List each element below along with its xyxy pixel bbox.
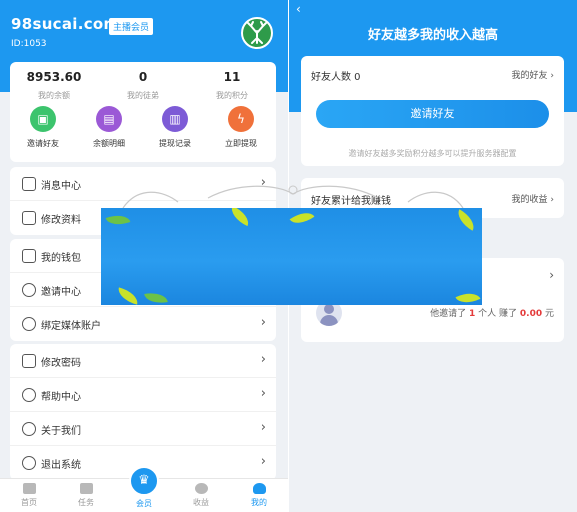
- menu-item-help[interactable]: 帮助中心 ›: [10, 378, 276, 412]
- my-earnings-link[interactable]: 我的收益 ›: [512, 192, 555, 205]
- menu-label: 消息中心: [41, 181, 81, 192]
- chevron-right-icon: ›: [260, 454, 266, 469]
- leaf-decoration: [455, 287, 481, 305]
- action-label: 余额明细: [93, 139, 125, 148]
- lightning-icon: ϟ: [228, 106, 254, 132]
- chevron-right-icon: ›: [260, 386, 266, 401]
- chevron-right-icon: ›: [260, 420, 266, 435]
- earned-amount: 0.00: [519, 309, 543, 319]
- chevron-right-icon: ›: [549, 268, 554, 282]
- screenshot-root: 98sucai.com 主播会员 ID:1053 8953.60 我的余额 0 …: [0, 0, 577, 512]
- invite-icon: [22, 283, 36, 297]
- power-icon: [22, 456, 36, 470]
- menu-label: 修改密码: [41, 358, 81, 369]
- invite-friends-button[interactable]: 邀请好友: [316, 100, 549, 128]
- crown-icon: ♛: [138, 473, 150, 488]
- avatar[interactable]: [241, 17, 273, 49]
- page-title: 好友越多我的收入越高: [367, 28, 498, 43]
- leaf-decoration: [105, 210, 131, 230]
- wallet-icon: [22, 249, 36, 263]
- action-label: 立即提现: [225, 139, 257, 148]
- withdraw-records-action[interactable]: ▥ 提现记录: [142, 106, 208, 149]
- help-icon: [22, 388, 36, 402]
- stat-value: 8953.60: [26, 70, 82, 84]
- tab-earnings[interactable]: 收益: [172, 483, 230, 508]
- menu-item-change-password[interactable]: 修改密码 ›: [10, 344, 276, 378]
- leaf-decoration: [289, 208, 315, 230]
- tab-label: 我的: [251, 498, 267, 507]
- action-label: 提现记录: [159, 139, 191, 148]
- menu-label: 关于我们: [41, 426, 81, 437]
- info-icon: [22, 422, 36, 436]
- leaf-decoration: [144, 290, 168, 305]
- chevron-right-icon: ›: [550, 71, 554, 81]
- stat-apprentices[interactable]: 0 我的徒弟: [99, 70, 187, 101]
- lock-icon: [22, 354, 36, 368]
- document-icon: ▤: [96, 106, 122, 132]
- leaf-decoration: [227, 208, 253, 227]
- stat-label: 我的余额: [38, 91, 70, 100]
- menu-label: 邀请中心: [41, 287, 81, 298]
- invite-friends-action[interactable]: ▣ 邀请好友: [10, 106, 76, 149]
- chevron-right-icon: ›: [550, 195, 554, 205]
- chevron-left-icon[interactable]: ‹: [296, 2, 301, 16]
- printer-icon: ▥: [162, 106, 188, 132]
- stat-balance[interactable]: 8953.60 我的余额: [10, 70, 98, 101]
- menu-label: 帮助中心: [41, 392, 81, 403]
- menu-label: 绑定媒体账户: [41, 321, 101, 332]
- profile-icon: [22, 211, 36, 225]
- menu-label: 我的钱包: [41, 253, 81, 264]
- compass-icon: [194, 483, 208, 494]
- link-label: 我的好友: [511, 71, 548, 81]
- menu-group-settings: 修改密码 › 帮助中心 › 关于我们 › 退出系统 ›: [10, 344, 276, 480]
- menu-label: 退出系统: [41, 460, 81, 471]
- friends-card: 好友人数 0 我的好友 › 邀请好友 邀请好友越多奖励积分越多可以提升服务器配置: [301, 56, 564, 166]
- stat-value: 11: [223, 70, 241, 84]
- link-label: 我的收益: [511, 195, 548, 205]
- menu-item-about[interactable]: 关于我们 ›: [10, 412, 276, 446]
- chevron-right-icon: ›: [260, 315, 266, 330]
- summary-suffix: 元: [544, 309, 554, 319]
- stats-card: 8953.60 我的余额 0 我的徒弟 11 我的积分 ▣ 邀请好友 ▤ 余额明…: [10, 62, 276, 162]
- summary-middle: 个人 赚了: [478, 309, 518, 319]
- shield-check-icon: [22, 317, 36, 331]
- stat-points[interactable]: 11 我的积分: [188, 70, 276, 101]
- tab-member[interactable]: ♛: [129, 466, 159, 496]
- home-icon: [22, 483, 36, 494]
- menu-label: 修改资料: [41, 215, 81, 226]
- member-badge: 主播会员: [109, 18, 154, 35]
- summary-prefix: 他邀请了: [430, 309, 467, 319]
- leaf-decoration: [453, 209, 479, 231]
- ornament-frame: [122, 185, 464, 209]
- menu-item-bind-media[interactable]: 绑定媒体账户 ›: [10, 307, 276, 341]
- gift-icon: ▣: [30, 106, 56, 132]
- invite-hint: 邀请好友越多奖励积分越多可以提升服务器配置: [348, 149, 517, 158]
- tab-member-label: 会员: [136, 499, 152, 508]
- invite-count: 1: [469, 309, 476, 319]
- invite-summary: 他邀请了 1 个人 赚了 0.00 元: [430, 306, 554, 319]
- tab-label: 收益: [193, 498, 209, 507]
- tab-label: 首页: [21, 498, 37, 507]
- user-icon: [252, 483, 266, 494]
- tree-logo-icon: [247, 21, 267, 44]
- user-id: ID:1053: [11, 39, 47, 49]
- task-icon: [79, 483, 93, 494]
- stat-label: 我的积分: [216, 91, 248, 100]
- withdraw-now-action[interactable]: ϟ 立即提现: [208, 106, 274, 149]
- stat-value: 0: [138, 70, 148, 84]
- leaf-banner-overlay: [101, 208, 482, 305]
- tab-home[interactable]: 首页: [0, 483, 58, 508]
- brand-name: 98sucai.com: [11, 15, 120, 33]
- balance-detail-action[interactable]: ▤ 余额明细: [76, 106, 142, 149]
- my-friends-link[interactable]: 我的好友 ›: [512, 68, 555, 81]
- tab-mine[interactable]: 我的: [230, 483, 288, 508]
- tab-label: 任务: [78, 498, 94, 507]
- message-icon: [22, 177, 36, 191]
- leaf-decoration: [115, 287, 141, 305]
- tab-tasks[interactable]: 任务: [57, 483, 115, 508]
- friends-count: 好友人数 0: [311, 72, 361, 83]
- chevron-right-icon: ›: [260, 352, 266, 367]
- action-label: 邀请好友: [27, 139, 59, 148]
- stat-label: 我的徒弟: [127, 91, 159, 100]
